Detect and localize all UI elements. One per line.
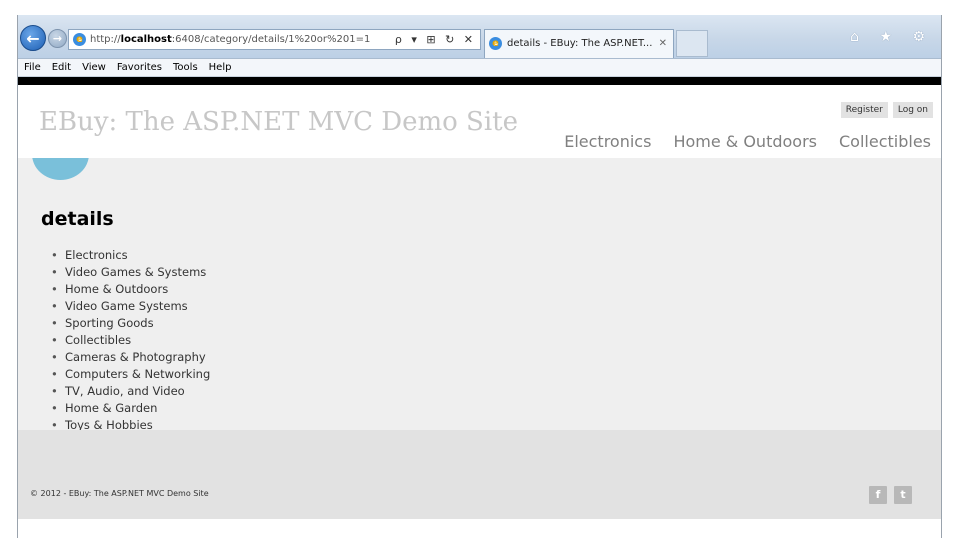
list-item: Sporting Goods (51, 315, 210, 332)
login-links: Register Log on (836, 102, 933, 118)
tab-details[interactable]: e details - EBuy: The ASP.NET... ✕ (484, 29, 674, 58)
list-item: Cameras & Photography (51, 349, 210, 366)
tab-ie-icon: e (489, 37, 502, 50)
menu-view[interactable]: View (82, 62, 106, 73)
browser-titlebar: ← → e http://localhost:6408/category/det… (18, 15, 941, 58)
site-footer: © 2012 - EBuy: The ASP.NET MVC Demo Site… (18, 430, 941, 519)
ie-logo-icon: e (73, 33, 86, 46)
list-item: Electronics (51, 247, 210, 264)
tab-title: details - EBuy: The ASP.NET... (507, 38, 653, 49)
main-content: details Electronics Video Games & System… (18, 158, 941, 430)
list-item: Home & Garden (51, 400, 210, 417)
list-item: Toys & Hobbies (51, 417, 210, 430)
browser-window: ← → e http://localhost:6408/category/det… (17, 15, 942, 538)
menu-edit[interactable]: Edit (52, 62, 71, 73)
browser-menubar: File Edit View Favorites Tools Help (18, 58, 941, 77)
menu-help[interactable]: Help (209, 62, 232, 73)
list-item: Collectibles (51, 332, 210, 349)
list-item: TV, Audio, and Video (51, 383, 210, 400)
facebook-icon[interactable]: f (869, 486, 887, 504)
list-item: Video Game Systems (51, 298, 210, 315)
page-title: details (41, 208, 114, 230)
back-arrow-icon: ← (26, 28, 40, 48)
menu-favorites[interactable]: Favorites (117, 62, 162, 73)
forward-button[interactable]: → (48, 29, 67, 48)
site-menu: Electronics Home & Outdoors Collectibles (542, 132, 931, 151)
site-header: EBuy: The ASP.NET MVC Demo Site Register… (18, 85, 941, 158)
twitter-icon[interactable]: t (894, 486, 912, 504)
copyright-text: © 2012 - EBuy: The ASP.NET MVC Demo Site (30, 489, 209, 498)
menu-collectibles[interactable]: Collectibles (839, 132, 931, 151)
list-item: Video Games & Systems (51, 264, 210, 281)
register-link[interactable]: Register (840, 102, 888, 118)
decorative-circle (32, 158, 89, 180)
category-list: Electronics Video Games & Systems Home &… (51, 247, 210, 430)
tab-close-icon[interactable]: ✕ (659, 31, 667, 57)
menu-file[interactable]: File (24, 62, 41, 73)
home-favorites-settings-icons[interactable]: ⌂ ★ ⚙ (850, 29, 933, 45)
address-url[interactable]: http://localhost:6408/category/details/1… (90, 30, 370, 49)
address-bar[interactable]: e http://localhost:6408/category/details… (68, 29, 481, 50)
back-button[interactable]: ← (20, 25, 46, 51)
site-title[interactable]: EBuy: The ASP.NET MVC Demo Site (39, 107, 518, 137)
page-top-bar (18, 77, 941, 85)
list-item: Computers & Networking (51, 366, 210, 383)
log-on-link[interactable]: Log on (892, 102, 933, 118)
forward-arrow-icon: → (52, 32, 63, 45)
address-bar-icons[interactable]: ρ ▾ ⊞ ↻ ✕ (395, 30, 476, 49)
new-tab-button[interactable] (676, 30, 708, 57)
menu-home-outdoors[interactable]: Home & Outdoors (673, 132, 817, 151)
menu-electronics[interactable]: Electronics (564, 132, 651, 151)
list-item: Home & Outdoors (51, 281, 210, 298)
menu-tools[interactable]: Tools (173, 62, 198, 73)
